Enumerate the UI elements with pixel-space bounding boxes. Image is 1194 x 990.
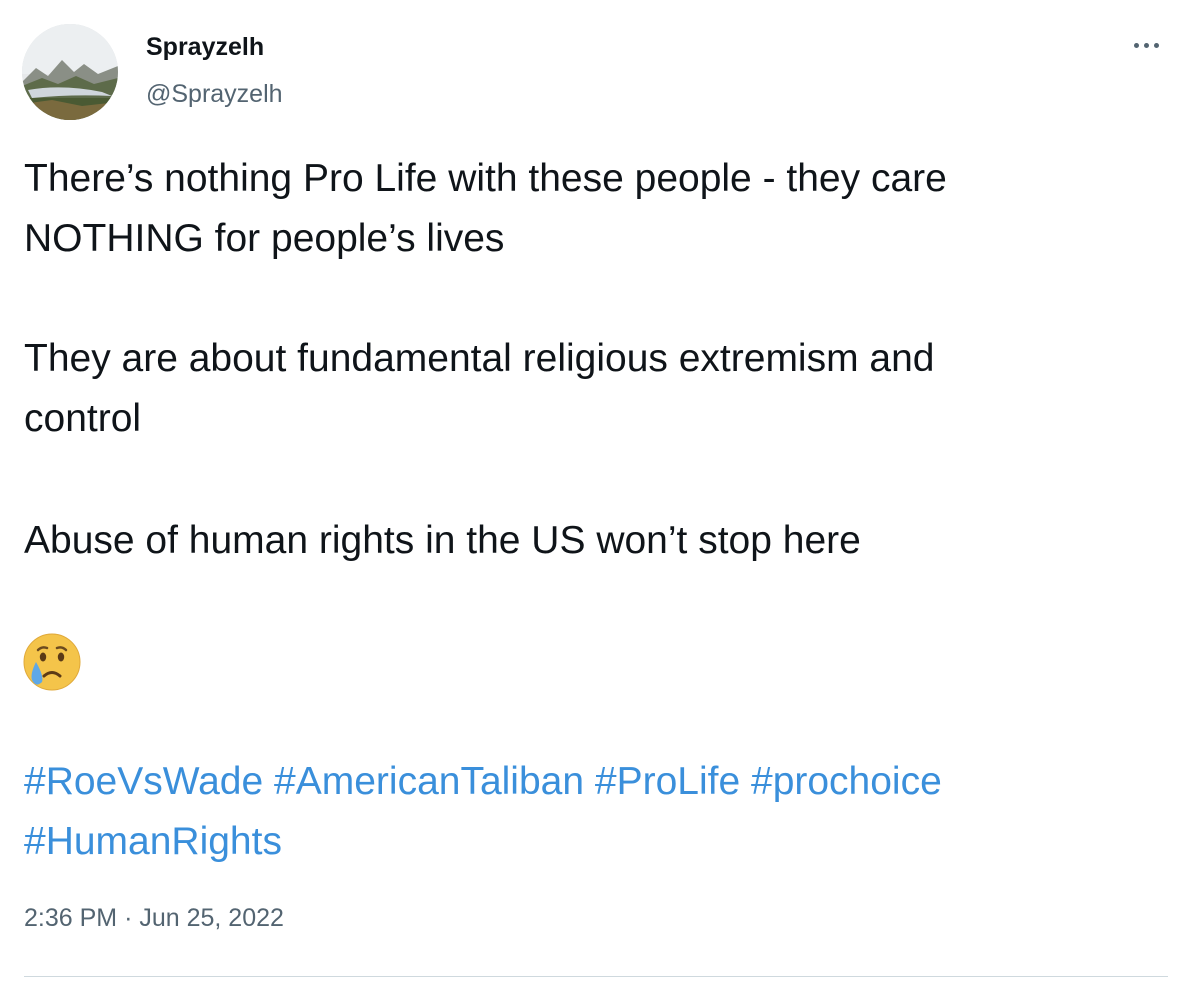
divider <box>24 976 1168 977</box>
dot <box>1133 42 1139 48</box>
hashtag-row: #HumanRights <box>24 812 1174 872</box>
hashtag-link[interactable]: #HumanRights <box>24 820 282 863</box>
more-options-icon[interactable] <box>1124 30 1168 60</box>
tweet-text-line: NOTHING for people’s lives <box>24 217 505 260</box>
timestamp-date: Jun 25, 2022 <box>139 904 284 932</box>
tweet-text-line: Abuse of human rights in the US won’t st… <box>24 519 861 562</box>
landscape-avatar-icon <box>22 24 118 120</box>
dot <box>1153 42 1159 48</box>
tweet-text-line: There’s nothing Pro Life with these peop… <box>24 157 947 200</box>
hashtag-row: #RoeVsWade #AmericanTaliban #ProLife #pr… <box>24 752 1174 812</box>
hashtag-link[interactable]: #RoeVsWade <box>24 760 263 803</box>
author-name[interactable]: Sprayzelh <box>146 33 264 62</box>
timestamp-time: 2:36 PM <box>24 904 118 932</box>
tweet-text-line: control <box>24 397 142 440</box>
avatar[interactable] <box>22 24 118 120</box>
hashtag-link[interactable]: #prochoice <box>751 760 942 803</box>
crying-face-emoji-icon: 😢 <box>22 632 82 692</box>
tweet-text-line: They are about fundamental religious ext… <box>24 337 935 380</box>
hashtag-link[interactable]: #ProLife <box>595 760 740 803</box>
timestamp-separator: · <box>124 904 133 932</box>
tweet-timestamp[interactable]: 2:36 PM · Jun 25, 2022 <box>24 904 284 933</box>
author-handle[interactable]: @Sprayzelh <box>146 80 283 109</box>
dot <box>1143 42 1149 48</box>
hashtag-link[interactable]: #AmericanTaliban <box>274 760 584 803</box>
tweet: Sprayzelh @Sprayzelh There’s nothing Pro… <box>0 0 1194 990</box>
